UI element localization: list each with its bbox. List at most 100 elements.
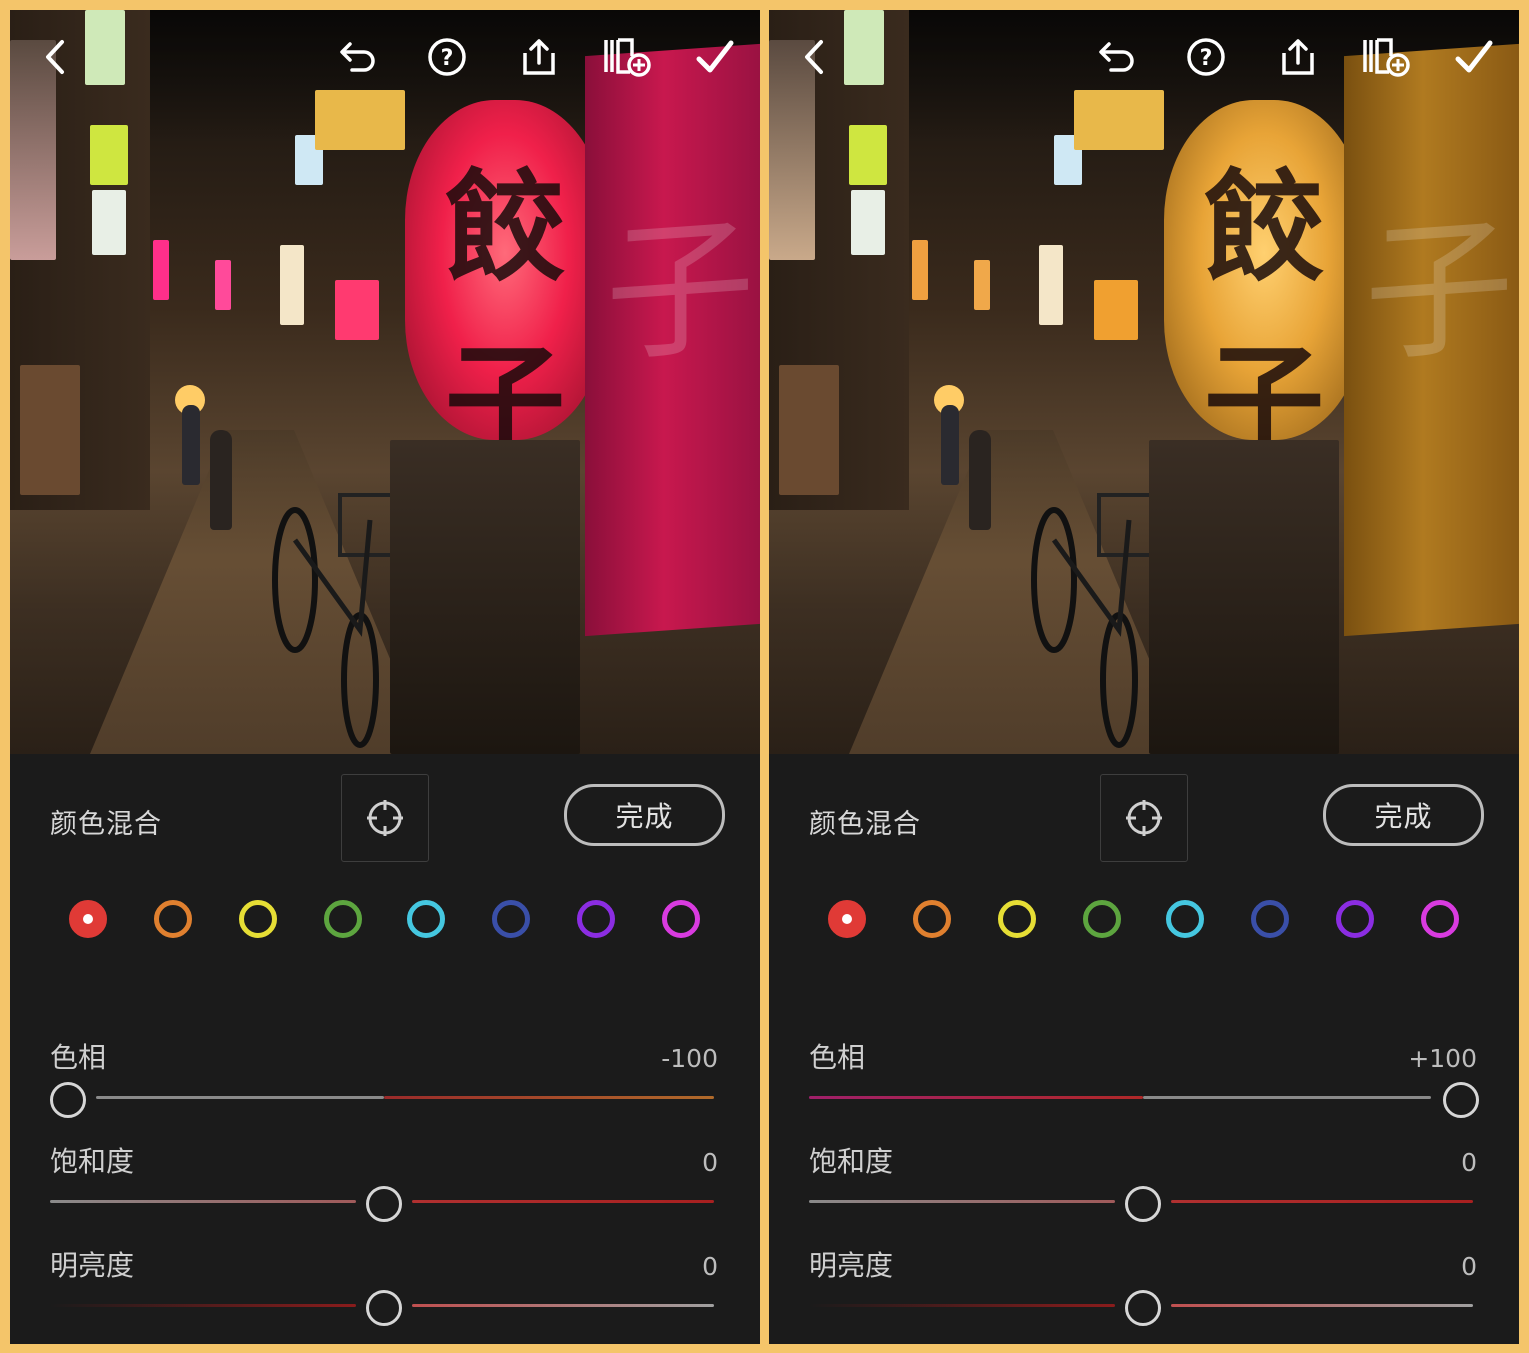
swatch-aqua[interactable]: [1166, 900, 1204, 938]
swatch-red[interactable]: [828, 900, 866, 938]
back-button[interactable]: [789, 32, 839, 82]
top-toolbar: ?: [769, 10, 1519, 100]
done-button[interactable]: 完成: [564, 784, 725, 846]
luminance-label: 明亮度: [809, 1249, 894, 1282]
help-button[interactable]: ?: [1181, 32, 1231, 82]
undo-button[interactable]: [333, 32, 383, 82]
swatch-orange[interactable]: [913, 900, 951, 938]
sign: [280, 245, 304, 325]
back-icon: [46, 40, 64, 74]
sign: [335, 280, 379, 340]
banner-text: 子: [1364, 199, 1515, 384]
swatch-green[interactable]: [324, 900, 362, 938]
shop-wall: [390, 440, 580, 754]
swatch-yellow[interactable]: [239, 900, 277, 938]
sign: [849, 125, 887, 185]
sign: [912, 240, 928, 300]
hue-track-fill: [384, 1096, 714, 1099]
luminance-slider-knob[interactable]: [1125, 1290, 1161, 1326]
help-icon: ?: [1187, 38, 1225, 76]
sign: [1094, 280, 1138, 340]
swatch-blue[interactable]: [1251, 900, 1289, 938]
swatch-green[interactable]: [1083, 900, 1121, 938]
target-picker-icon: [1126, 800, 1162, 836]
color-picker-button[interactable]: [1100, 774, 1188, 862]
hue-label: 色相: [809, 1041, 866, 1074]
help-button[interactable]: ?: [422, 32, 472, 82]
saturation-slider-knob[interactable]: [366, 1186, 402, 1222]
editor-panel-left: 餃子 子 ? 颜色混合 完成 色相 -100 饱和度 0 明亮度 0: [10, 10, 760, 1344]
swatch-blue[interactable]: [492, 900, 530, 938]
lantern-text: 餃子: [445, 157, 565, 472]
confirm-button[interactable]: [1449, 32, 1499, 82]
share-button[interactable]: [514, 32, 564, 82]
swatch-purple[interactable]: [577, 900, 615, 938]
panel-title: 颜色混合: [809, 809, 921, 840]
saturation-track[interactable]: [50, 1200, 356, 1203]
pedestrian: [969, 430, 991, 530]
sign: [90, 125, 128, 185]
undo-button[interactable]: [1092, 32, 1142, 82]
back-icon: [805, 40, 823, 74]
color-picker-button[interactable]: [341, 774, 429, 862]
help-icon: ?: [428, 38, 466, 76]
luminance-label: 明亮度: [50, 1249, 135, 1282]
photo-preview: 餃子 子 ?: [10, 10, 760, 754]
back-button[interactable]: [30, 32, 80, 82]
saturation-track[interactable]: [809, 1200, 1115, 1203]
top-toolbar: ?: [10, 10, 760, 100]
svg-text:?: ?: [441, 46, 454, 71]
banner-text: 子: [605, 199, 756, 384]
swatch-purple[interactable]: [1336, 900, 1374, 938]
saturation-track-fill: [1171, 1200, 1473, 1203]
editor-panel-right: 餃子 子 ? 颜色混合 完成 色相 +100 饱和度 0 明亮度 0: [769, 10, 1519, 1344]
shop-wall: [1149, 440, 1339, 754]
hue-track[interactable]: [96, 1096, 384, 1099]
pedestrian: [182, 405, 200, 485]
swatch-magenta[interactable]: [1421, 900, 1459, 938]
color-mix-controls: 颜色混合 完成 色相 -100 饱和度 0 明亮度 0: [10, 754, 760, 1344]
confirm-icon: [1455, 40, 1493, 73]
hue-track[interactable]: [1143, 1096, 1431, 1099]
saturation-track-fill: [412, 1200, 714, 1203]
swatch-red[interactable]: [69, 900, 107, 938]
saturation-label: 饱和度: [50, 1145, 135, 1178]
confirm-button[interactable]: [690, 32, 740, 82]
swatch-aqua[interactable]: [407, 900, 445, 938]
hue-slider-knob[interactable]: [50, 1082, 86, 1118]
noren-banner: 子: [1344, 43, 1519, 637]
share-button[interactable]: [1273, 32, 1323, 82]
luminance-track-fill: [1171, 1304, 1473, 1307]
luminance-value: 0: [1461, 1252, 1477, 1281]
add-preset-icon: [604, 38, 651, 77]
sign: [1039, 245, 1063, 325]
luminance-slider-knob[interactable]: [366, 1290, 402, 1326]
hue-track-fill: [809, 1096, 1143, 1099]
luminance-track[interactable]: [50, 1304, 356, 1307]
panel-title: 颜色混合: [50, 809, 162, 840]
luminance-track-fill: [412, 1304, 714, 1307]
share-icon: [523, 39, 555, 75]
storefront: [20, 365, 80, 495]
add-preset-icon: [1363, 38, 1410, 77]
done-button[interactable]: 完成: [1323, 784, 1484, 846]
hue-value: +100: [1408, 1044, 1477, 1073]
lantern: 餃子: [1164, 100, 1364, 472]
swatch-magenta[interactable]: [662, 900, 700, 938]
add-preset-button[interactable]: [602, 32, 652, 82]
sign: [153, 240, 169, 300]
add-preset-button[interactable]: [1361, 32, 1411, 82]
hue-label: 色相: [50, 1041, 107, 1074]
lantern: 餃子: [405, 100, 605, 472]
saturation-value: 0: [702, 1148, 718, 1177]
luminance-track[interactable]: [809, 1304, 1115, 1307]
hue-slider-knob[interactable]: [1443, 1082, 1479, 1118]
sign: [974, 260, 990, 310]
saturation-slider-knob[interactable]: [1125, 1186, 1161, 1222]
color-mix-controls: 颜色混合 完成 色相 +100 饱和度 0 明亮度 0: [769, 754, 1519, 1344]
saturation-value: 0: [1461, 1148, 1477, 1177]
svg-text:?: ?: [1200, 46, 1213, 71]
swatch-orange[interactable]: [154, 900, 192, 938]
noren-banner: 子: [585, 43, 760, 637]
swatch-yellow[interactable]: [998, 900, 1036, 938]
